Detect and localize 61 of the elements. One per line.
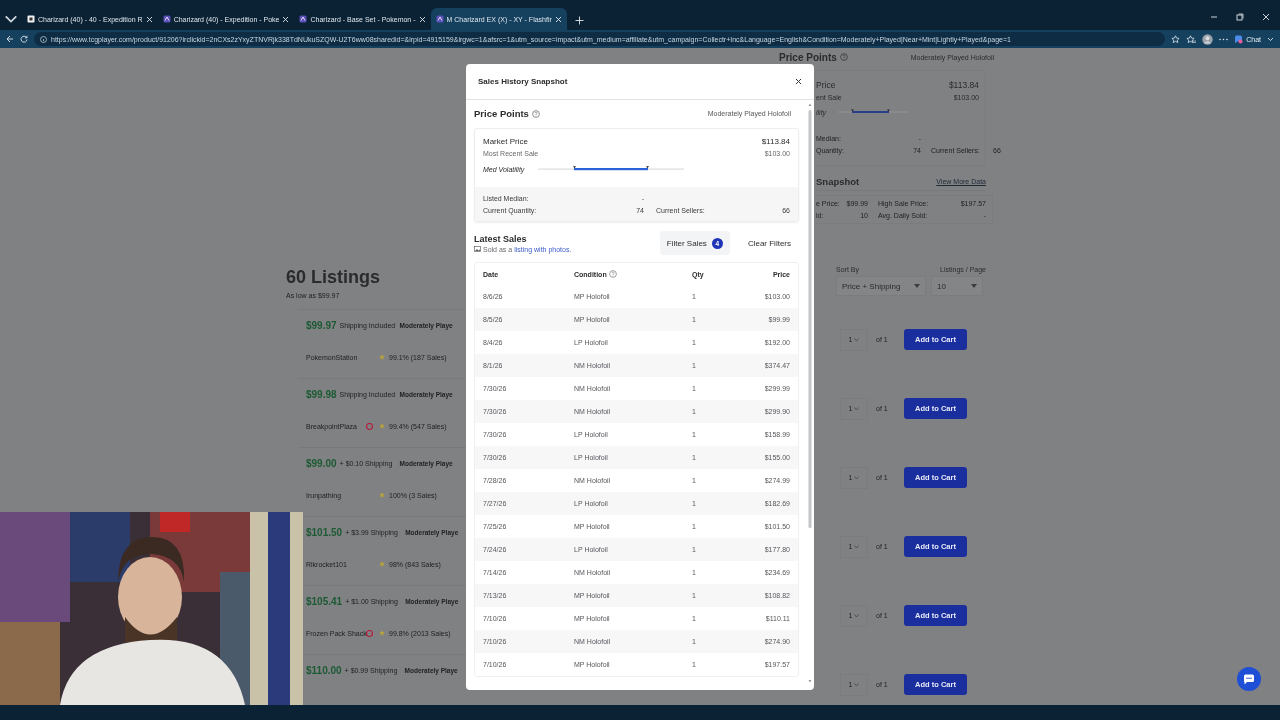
clear-filters-button[interactable]: Clear Filters: [739, 238, 799, 248]
listing-price: $105.41: [306, 595, 343, 607]
star-icon: [379, 492, 385, 498]
favicon-icon: [299, 15, 308, 23]
chat-logo-icon: [1234, 34, 1244, 44]
help-icon: [608, 270, 617, 278]
star-icon: [379, 423, 385, 429]
favicon-icon: [27, 15, 35, 23]
help-icon: [531, 109, 540, 118]
price-label: Market Price: [483, 136, 528, 146]
listing-price: $110.00: [306, 664, 342, 676]
new-tab-icon[interactable]: [574, 16, 584, 25]
listings-heading: 60 Listings: [286, 266, 382, 288]
help-icon: [839, 53, 848, 61]
listing-price: $99.00: [306, 457, 337, 469]
caret-icon: [854, 475, 860, 480]
caret-icon: [854, 613, 860, 618]
close-icon[interactable]: [554, 15, 562, 23]
favicon-icon: [162, 15, 171, 23]
star-icon[interactable]: [1171, 34, 1181, 44]
caret-icon: [854, 682, 860, 687]
section-heading: Price Points: [474, 108, 529, 119]
chat-icon: [1243, 673, 1255, 685]
close-button[interactable]: [795, 78, 802, 85]
more-icon[interactable]: [1219, 37, 1229, 41]
caret-icon: [854, 544, 860, 549]
favorites-icon[interactable]: [1186, 34, 1197, 44]
caret-icon: [854, 337, 860, 342]
section-heading: Snapshot: [816, 175, 860, 187]
dropdown-icon: [971, 284, 977, 288]
caret-icon: [854, 406, 860, 411]
close-icon[interactable]: [145, 15, 153, 23]
chat-bubble-button[interactable]: [1237, 667, 1261, 691]
price-value: $113.84: [761, 136, 790, 146]
refresh-icon[interactable]: [20, 35, 28, 43]
close-icon[interactable]: [282, 15, 290, 23]
image-icon: [474, 246, 481, 252]
listing-price: $99.98: [306, 388, 337, 400]
close-icon: [795, 78, 802, 85]
star-icon: [379, 630, 385, 636]
sort-select[interactable]: Price + Shipping: [836, 276, 926, 296]
price-value: $113.84: [948, 79, 979, 90]
back-icon[interactable]: [6, 35, 14, 43]
caret-icon[interactable]: [1267, 36, 1274, 42]
listing-price: $99.97: [306, 319, 337, 331]
avatar-icon[interactable]: [1202, 33, 1214, 45]
info-icon[interactable]: [40, 35, 47, 43]
price-label: Price: [816, 79, 836, 90]
star-icon: [379, 354, 385, 360]
favicon-icon: [435, 15, 444, 23]
restore-icon[interactable]: [1236, 13, 1244, 21]
modal-title: Sales History Snapshot: [478, 77, 568, 86]
close-icon[interactable]: [1262, 13, 1270, 21]
section-heading: Latest Sales: [474, 233, 528, 244]
minimize-icon[interactable]: [1210, 13, 1218, 21]
per-page-select[interactable]: 10: [931, 276, 983, 296]
section-heading: Price Points: [779, 51, 837, 63]
star-icon: [379, 561, 385, 567]
close-icon[interactable]: [418, 15, 426, 23]
dropdown-icon: [914, 284, 920, 288]
listing-price: $101.50: [306, 526, 343, 538]
